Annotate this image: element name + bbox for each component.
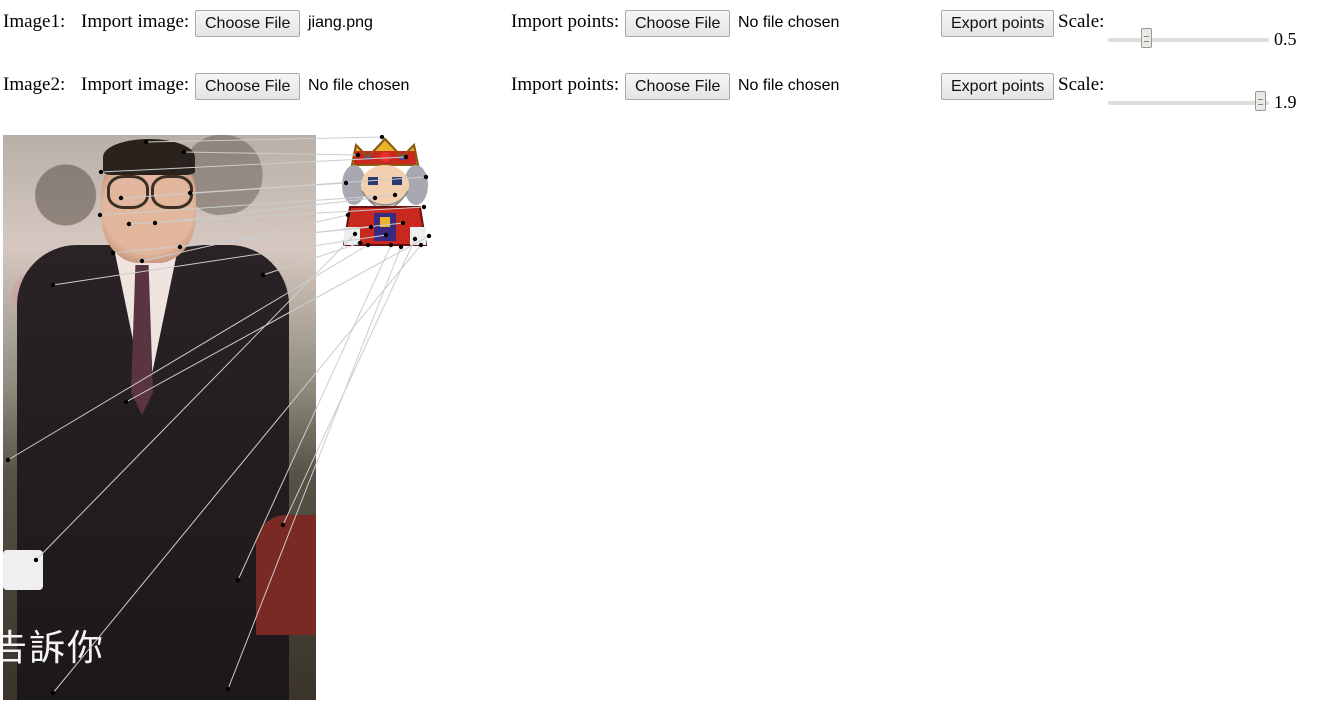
image2-scale-label: Scale: — [1058, 74, 1105, 95]
image1-point[interactable] — [50, 690, 56, 696]
image2-scale-slider-thumb[interactable] — [1255, 91, 1266, 111]
image2-point[interactable] — [383, 232, 389, 238]
image2-point[interactable] — [352, 231, 358, 237]
image2-import-image-status: No file chosen — [308, 77, 410, 94]
image1-point[interactable] — [143, 139, 149, 145]
point-link — [35, 233, 356, 561]
image1-point[interactable] — [123, 399, 129, 405]
image1-point[interactable] — [152, 220, 158, 226]
image2-point[interactable] — [368, 224, 374, 230]
image2-import-points-button[interactable]: Choose File — [625, 73, 731, 100]
image1-point[interactable] — [187, 190, 193, 196]
image2-point[interactable] — [400, 220, 406, 226]
image1-point[interactable] — [98, 169, 104, 175]
image1-point[interactable] — [118, 195, 124, 201]
point-link — [7, 244, 369, 461]
image1-scale-slider-thumb[interactable] — [1141, 28, 1152, 48]
image2-point[interactable] — [426, 233, 432, 239]
image1-point[interactable] — [5, 457, 11, 463]
image1-point[interactable] — [235, 577, 241, 583]
image1-controls-row: Image1: Import image: Choose File jiang.… — [0, 0, 1318, 48]
image1-export-points-button[interactable]: Export points — [941, 10, 1055, 37]
image2-point[interactable] — [412, 236, 418, 242]
image1-scale-value: 0.5 — [1274, 29, 1297, 49]
image1-import-points-button[interactable]: Choose File — [625, 10, 731, 37]
point-link — [183, 151, 359, 156]
image2-point[interactable] — [357, 240, 363, 246]
image2-points[interactable] — [343, 135, 432, 250]
image1-point[interactable] — [181, 149, 187, 155]
image2-point[interactable] — [423, 174, 429, 180]
image1-point[interactable] — [177, 244, 183, 250]
image1-label: Image1: — [3, 11, 66, 32]
image2-point[interactable] — [345, 212, 351, 218]
image2-export-points-button[interactable]: Export points — [941, 73, 1055, 100]
point-link — [52, 244, 422, 694]
image2-label: Image2: — [3, 74, 66, 95]
image2-point[interactable] — [355, 152, 361, 158]
image2-point[interactable] — [403, 154, 409, 160]
image2-point[interactable] — [343, 180, 349, 186]
image1-point[interactable] — [139, 258, 145, 264]
point-link — [100, 156, 407, 173]
image2-scale-slider[interactable] — [1108, 91, 1269, 111]
image2-import-points-status: No file chosen — [738, 77, 840, 94]
image2-point[interactable] — [398, 244, 404, 250]
image2-import-image-label: Import image: — [81, 74, 190, 95]
point-link — [145, 136, 383, 143]
image1-import-image-status: jiang.png — [308, 14, 373, 31]
image2-point[interactable] — [388, 242, 394, 248]
point-link — [282, 238, 416, 526]
image2-point[interactable] — [418, 242, 424, 248]
image1-point[interactable] — [260, 272, 266, 278]
point-links — [7, 136, 430, 694]
image1-import-points-label: Import points: — [511, 11, 620, 32]
image2-import-points-label: Import points: — [511, 74, 620, 95]
image1-point[interactable] — [97, 212, 103, 218]
point-link — [154, 197, 376, 224]
image2-point[interactable] — [379, 135, 385, 140]
image2-point[interactable] — [365, 242, 371, 248]
image2-controls-row: Image2: Import image: Choose File No fil… — [0, 63, 1318, 111]
image1-point[interactable] — [33, 557, 39, 563]
image1-point[interactable] — [50, 282, 56, 288]
image1-import-image-button[interactable]: Choose File — [195, 10, 301, 37]
image2-point[interactable] — [372, 195, 378, 201]
image1-point[interactable] — [280, 522, 286, 528]
image1-point[interactable] — [225, 686, 231, 692]
point-link — [237, 244, 392, 581]
image1-scale-label: Scale: — [1058, 11, 1105, 32]
image1-import-image-label: Import image: — [81, 11, 190, 32]
image2-scale-value: 1.9 — [1274, 92, 1297, 112]
point-matching-canvas[interactable]: 告訴你 — [3, 135, 443, 701]
image1-point[interactable] — [110, 250, 116, 256]
point-links-overlay — [5, 135, 432, 696]
image1-import-points-status: No file chosen — [738, 14, 840, 31]
image2-import-image-button[interactable]: Choose File — [195, 73, 301, 100]
point-link — [120, 182, 347, 199]
image2-point[interactable] — [421, 204, 427, 210]
image1-scale-slider[interactable] — [1108, 28, 1269, 48]
image1-point[interactable] — [126, 221, 132, 227]
image2-point[interactable] — [392, 192, 398, 198]
